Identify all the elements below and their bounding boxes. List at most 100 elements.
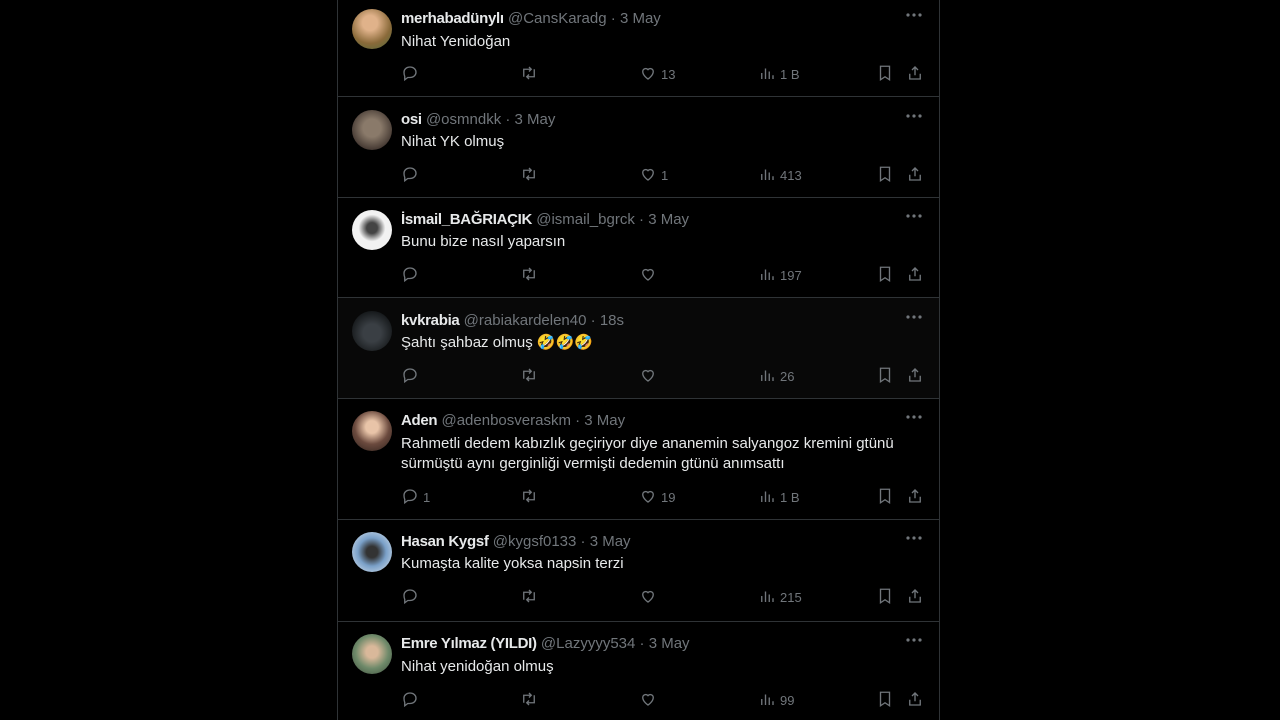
share-button[interactable] — [906, 366, 924, 386]
reply-button[interactable] — [401, 64, 423, 84]
display-name[interactable]: osi — [401, 111, 422, 128]
tweet[interactable]: Aden @adenbosveraskm · 3 May Rahmetli de… — [338, 399, 939, 520]
timestamp[interactable]: 3 May — [515, 111, 556, 128]
user-handle[interactable]: @Lazyyyy534 — [541, 635, 635, 652]
display-name[interactable]: Hasan Kygsf — [401, 533, 489, 550]
retweet-button[interactable] — [520, 587, 538, 607]
tweet-actions: 197 — [338, 265, 939, 285]
display-name[interactable]: Emre Yılmaz (YILDI) — [401, 635, 537, 652]
avatar[interactable] — [352, 210, 392, 250]
bookmark-button[interactable] — [876, 587, 894, 607]
like-button[interactable] — [639, 366, 661, 386]
display-name[interactable]: İsmail_BAĞRIAÇIK — [401, 211, 532, 228]
tweet[interactable]: Hasan Kygsf @kygsf0133 · 3 May Kumaşta k… — [338, 520, 939, 622]
like-button[interactable] — [639, 265, 661, 285]
bookmark-button[interactable] — [876, 265, 894, 285]
avatar[interactable] — [352, 311, 392, 351]
views-button[interactable]: 1 B — [758, 64, 800, 84]
bookmark-button[interactable] — [876, 690, 894, 710]
share-button[interactable] — [906, 690, 924, 710]
share-button[interactable] — [906, 587, 924, 607]
retweet-icon — [520, 587, 538, 608]
tweet[interactable]: osi @osmndkk · 3 May Nihat YK olmuş 1 41… — [338, 97, 939, 198]
avatar[interactable] — [352, 110, 392, 150]
tweet-actions: 99 — [338, 690, 939, 710]
avatar[interactable] — [352, 9, 392, 49]
avatar[interactable] — [352, 532, 392, 572]
timestamp[interactable]: 3 May — [648, 211, 689, 228]
more-icon[interactable] — [904, 407, 924, 427]
retweet-button[interactable] — [520, 487, 538, 507]
views-button[interactable]: 99 — [758, 690, 794, 710]
bookmark-button[interactable] — [876, 366, 894, 386]
display-name[interactable]: Aden — [401, 412, 438, 429]
reply-button[interactable] — [401, 165, 423, 185]
avatar[interactable] — [352, 411, 392, 451]
more-icon[interactable] — [904, 106, 924, 126]
more-icon[interactable] — [904, 307, 924, 327]
reply-button[interactable] — [401, 587, 423, 607]
separator: · — [505, 111, 511, 128]
more-icon[interactable] — [904, 5, 924, 25]
views-icon — [758, 64, 776, 85]
tweet-text: Bunu bize nasıl yaparsın — [401, 233, 566, 250]
views-button[interactable]: 26 — [758, 366, 794, 386]
display-name[interactable]: kvkrabia — [401, 312, 460, 329]
user-handle[interactable]: @osmndkk — [426, 111, 501, 128]
user-handle[interactable]: @rabiakardelen40 — [464, 312, 587, 329]
tweet[interactable]: Emre Yılmaz (YILDI) @Lazyyyy534 · 3 May … — [338, 622, 939, 720]
like-icon — [639, 165, 657, 186]
retweet-button[interactable] — [520, 366, 538, 386]
views-button[interactable]: 215 — [758, 587, 802, 607]
bookmark-button[interactable] — [876, 165, 894, 185]
views-button[interactable]: 197 — [758, 265, 802, 285]
bookmark-icon — [876, 487, 894, 508]
view-count: 215 — [780, 589, 802, 605]
like-icon — [639, 690, 657, 711]
retweet-button[interactable] — [520, 64, 538, 84]
timestamp[interactable]: 3 May — [584, 412, 625, 429]
like-button[interactable]: 1 — [639, 165, 668, 185]
display-name[interactable]: merhabadünylı — [401, 10, 504, 27]
bookmark-button[interactable] — [876, 487, 894, 507]
like-button[interactable]: 13 — [639, 64, 675, 84]
like-count: 19 — [661, 489, 676, 505]
share-button[interactable] — [906, 265, 924, 285]
reply-button[interactable]: 1 — [401, 487, 430, 507]
user-handle[interactable]: @CansKaradg — [508, 10, 607, 27]
timestamp[interactable]: 3 May — [649, 635, 690, 652]
tweet[interactable]: kvkrabia @rabiakardelen40 · 18s Şahtı şa… — [338, 298, 939, 399]
retweet-button[interactable] — [520, 690, 538, 710]
like-button[interactable] — [639, 690, 661, 710]
share-button[interactable] — [906, 165, 924, 185]
timestamp[interactable]: 3 May — [590, 533, 631, 550]
like-count: 13 — [661, 66, 676, 82]
view-count: 413 — [780, 167, 802, 183]
like-button[interactable]: 19 — [639, 487, 675, 507]
share-button[interactable] — [906, 487, 924, 507]
user-handle[interactable]: @adenbosveraskm — [441, 412, 570, 429]
avatar[interactable] — [352, 634, 392, 674]
retweet-button[interactable] — [520, 165, 538, 185]
timestamp[interactable]: 18s — [600, 312, 624, 329]
share-button[interactable] — [906, 64, 924, 84]
views-button[interactable]: 413 — [758, 165, 802, 185]
more-icon[interactable] — [904, 206, 924, 226]
bookmark-button[interactable] — [876, 64, 894, 84]
views-button[interactable]: 1 B — [758, 487, 800, 507]
tweet[interactable]: İsmail_BAĞRIAÇIK @ismail_bgrck · 3 May B… — [338, 198, 939, 298]
reply-button[interactable] — [401, 366, 423, 386]
views-icon — [758, 690, 776, 711]
views-icon — [758, 366, 776, 387]
more-icon[interactable] — [904, 528, 924, 548]
reply-button[interactable] — [401, 265, 423, 285]
tweet[interactable]: merhabadünylı @CansKaradg · 3 May Nihat … — [338, 0, 939, 97]
tweet-text: Nihat YK olmuş — [401, 133, 505, 150]
more-icon[interactable] — [904, 630, 924, 650]
reply-button[interactable] — [401, 690, 423, 710]
user-handle[interactable]: @ismail_bgrck — [536, 211, 635, 228]
like-button[interactable] — [639, 587, 661, 607]
user-handle[interactable]: @kygsf0133 — [493, 533, 577, 550]
retweet-button[interactable] — [520, 265, 538, 285]
timestamp[interactable]: 3 May — [620, 10, 661, 27]
